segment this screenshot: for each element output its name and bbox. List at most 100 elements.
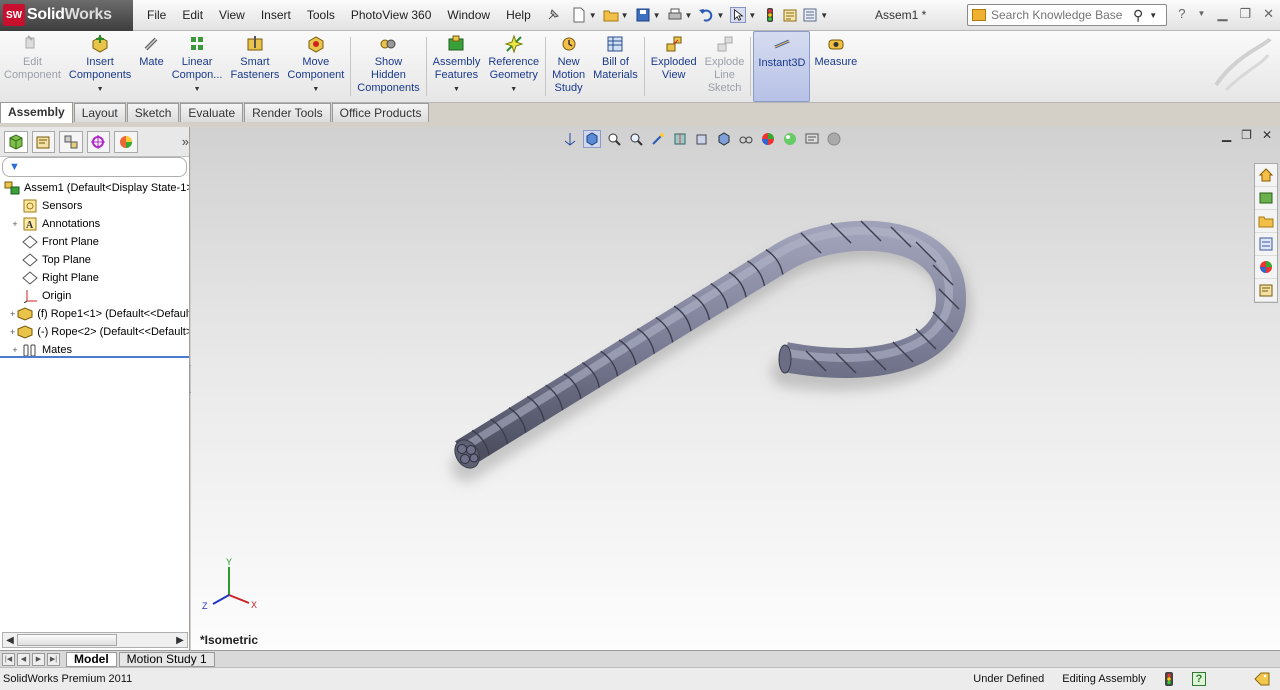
linear-pattern-dropdown-arrow[interactable]: ▼ — [194, 83, 201, 96]
viewport-minimize-icon[interactable]: ▁ — [1222, 128, 1231, 142]
mate-button[interactable]: Mate — [135, 31, 167, 102]
options-dropdown-arrow[interactable]: ▼ — [820, 11, 828, 20]
tab-render-tools[interactable]: Render Tools — [244, 103, 331, 122]
tab-display-manager[interactable] — [114, 130, 138, 153]
minimize-icon[interactable]: ▁ — [1217, 6, 1227, 22]
rollback-bar[interactable] — [0, 356, 189, 358]
scroll-right-icon[interactable]: ▶ — [173, 635, 187, 646]
undo-dropdown-arrow[interactable]: ▼ — [716, 11, 724, 20]
tree-item-top[interactable]: Top Plane — [0, 251, 189, 269]
open-folder-icon[interactable] — [603, 7, 619, 23]
smart-fasteners-button[interactable]: Smart Fasteners — [226, 31, 283, 102]
select-pointer-icon[interactable] — [730, 7, 747, 23]
measure-button[interactable]: Measure — [810, 31, 861, 102]
display-style-icon[interactable] — [715, 130, 733, 148]
view-orientation-dropdown-icon[interactable] — [693, 130, 711, 148]
last-tab-icon[interactable]: ▶| — [47, 652, 60, 666]
reference-geometry-dropdown-arrow[interactable]: ▼ — [510, 83, 517, 96]
graphics-area[interactable]: ▁ ❐ ✕ Y X Z *Isometric — [191, 127, 1280, 650]
tree-item-f-[interactable]: + (f) Rope1<1> (Default<<Default>_Display… — [0, 305, 189, 323]
tab-sketch[interactable]: Sketch — [126, 103, 180, 122]
hide-show-items-icon[interactable] — [737, 130, 755, 148]
insert-components-button[interactable]: Insert Components ▼ — [65, 31, 135, 102]
print-dropdown-arrow[interactable]: ▼ — [685, 11, 693, 20]
tree-item-sensors[interactable]: Sensors — [0, 197, 189, 215]
search-input[interactable] — [991, 8, 1131, 22]
linear-pattern-button[interactable]: Linear Compon... ▼ — [168, 31, 227, 102]
tab-motion-study-1[interactable]: Motion Study 1 — [118, 651, 215, 667]
menu-help[interactable]: Help — [498, 8, 539, 22]
viewport-restore-icon[interactable]: ❐ — [1241, 128, 1252, 142]
tab-assembly[interactable]: Assembly — [0, 102, 73, 123]
tab-property-manager[interactable] — [31, 130, 56, 153]
rope-assembly-model[interactable] — [191, 127, 1280, 650]
expand-toggle-icon[interactable]: + — [10, 327, 15, 337]
horizontal-scrollbar[interactable]: ◀ ▶ — [2, 632, 188, 648]
filter-icon[interactable]: ▼ — [9, 161, 20, 173]
move-component-button[interactable]: Move Component ▼ — [283, 31, 348, 102]
menu-window[interactable]: Window — [439, 8, 498, 22]
file-properties-icon[interactable] — [782, 7, 798, 23]
file-explorer-icon[interactable] — [1255, 210, 1277, 233]
tag-icon[interactable] — [1254, 672, 1270, 686]
previous-view-icon[interactable] — [649, 130, 667, 148]
search-dropdown-arrow[interactable]: ▼ — [1149, 11, 1157, 20]
quick-tips-icon[interactable]: ? — [1192, 672, 1206, 686]
menu-view[interactable]: View — [211, 8, 253, 22]
solidworks-logo[interactable]: SW SolidWorks — [0, 0, 133, 31]
edit-appearance-icon[interactable] — [759, 130, 777, 148]
new-document-icon[interactable] — [571, 7, 587, 23]
menu-insert[interactable]: Insert — [253, 8, 299, 22]
design-library-icon[interactable] — [1255, 187, 1277, 210]
first-tab-icon[interactable]: |◀ — [2, 652, 15, 666]
save-icon[interactable] — [635, 7, 651, 23]
tab-configuration-manager[interactable] — [59, 130, 83, 153]
show-hidden-button[interactable]: Show Hidden Components — [353, 31, 423, 102]
expand-toggle-icon[interactable]: + — [10, 309, 15, 319]
assembly-features-dropdown-arrow[interactable]: ▼ — [453, 83, 460, 96]
bom-button[interactable]: Bill of Materials — [589, 31, 642, 102]
edit-component-button[interactable]: Edit Component — [0, 31, 65, 102]
tree-item--[interactable]: + (-) Rope<2> (Default<<Default>_Display … — [0, 323, 189, 341]
next-tab-icon[interactable]: ▶ — [32, 652, 45, 666]
pin-icon[interactable] — [545, 7, 561, 23]
rope-body[interactable] — [455, 220, 966, 467]
apply-scene-icon[interactable] — [781, 130, 799, 148]
search-icon[interactable]: ⚲ — [1133, 7, 1143, 24]
custom-properties-icon[interactable] — [1255, 279, 1277, 302]
expand-tabs-icon[interactable]: » — [182, 134, 189, 149]
tree-item-right[interactable]: Right Plane — [0, 269, 189, 287]
expand-toggle-icon[interactable]: + — [10, 345, 20, 355]
tree-filter[interactable]: ▼ — [2, 157, 187, 177]
section-view-icon[interactable] — [671, 130, 689, 148]
scroll-left-icon[interactable]: ◀ — [3, 635, 17, 646]
insert-components-dropdown-arrow[interactable]: ▼ — [97, 83, 104, 96]
tab-model[interactable]: Model — [66, 651, 117, 667]
display-style-cube-icon[interactable] — [583, 130, 601, 148]
menu-file[interactable]: File — [139, 8, 174, 22]
close-icon[interactable]: ✕ — [1263, 6, 1274, 22]
tree-item-front[interactable]: Front Plane — [0, 233, 189, 251]
exploded-view-button[interactable]: Exploded View — [647, 31, 701, 102]
move-component-dropdown-arrow[interactable]: ▼ — [312, 83, 319, 96]
tab-office-products[interactable]: Office Products — [331, 103, 430, 122]
open-dropdown-arrow[interactable]: ▼ — [621, 11, 629, 20]
tab-dimxpert-manager[interactable] — [86, 130, 111, 153]
realview-icon[interactable] — [825, 130, 843, 148]
appearances-scenes-icon[interactable] — [1255, 256, 1277, 279]
print-icon[interactable] — [667, 7, 683, 23]
viewport-close-icon[interactable]: ✕ — [1262, 128, 1272, 142]
view-settings-icon[interactable] — [803, 130, 821, 148]
rebuild-status-icon[interactable] — [1164, 672, 1174, 686]
reference-geometry-button[interactable]: Reference Geometry ▼ — [484, 31, 543, 102]
tab-evaluate[interactable]: Evaluate — [180, 103, 244, 122]
menu-tools[interactable]: Tools — [299, 8, 343, 22]
instant3d-button[interactable]: Instant3D — [753, 31, 811, 102]
assembly-features-button[interactable]: Assembly Features ▼ — [429, 31, 485, 102]
options-icon[interactable] — [802, 7, 818, 23]
menu-photoview-360[interactable]: PhotoView 360 — [343, 8, 440, 22]
tab-layout[interactable]: Layout — [73, 103, 126, 122]
save-dropdown-arrow[interactable]: ▼ — [653, 11, 661, 20]
rebuild-icon[interactable] — [762, 7, 778, 23]
zoom-to-fit-icon[interactable] — [605, 130, 623, 148]
